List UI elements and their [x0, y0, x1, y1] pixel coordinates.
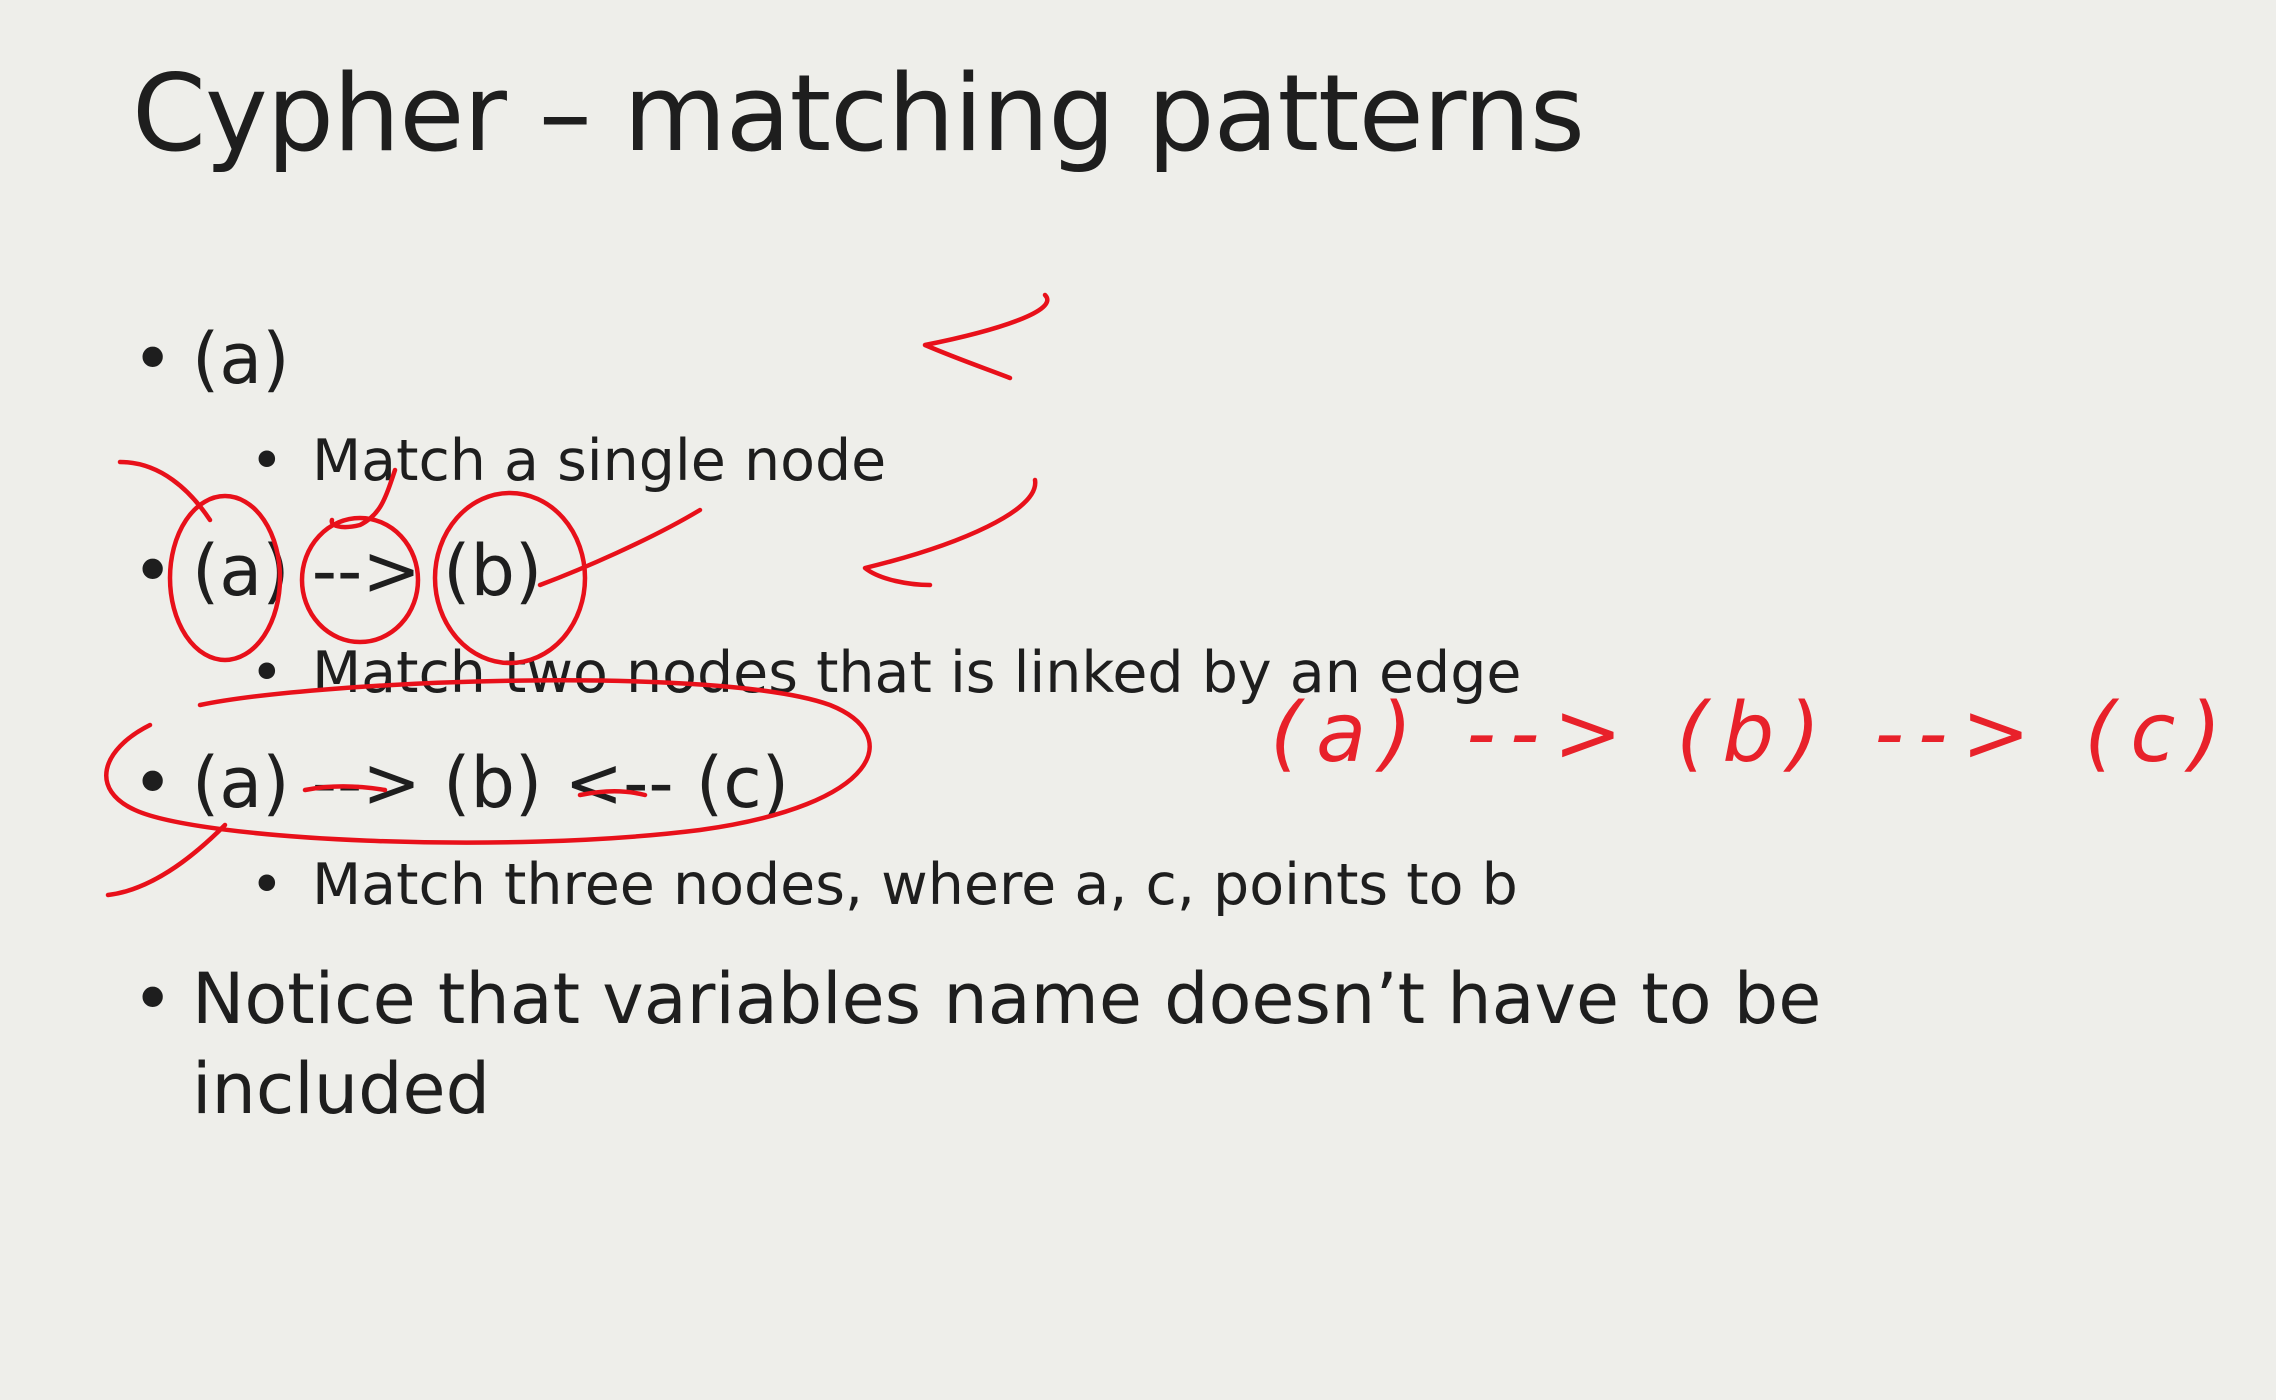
bullet-4-continuation: included [192, 1048, 491, 1130]
ink-arrow-1 [922, 292, 1050, 381]
slide: Cypher – matching patterns • (a) • Match… [0, 0, 2276, 1400]
bullet-dot: • [132, 318, 174, 400]
bullet-4-text: Notice that variables name doesn’t have … [192, 958, 1822, 1040]
bullet-1-sub-text: Match a single node [312, 428, 887, 494]
ink-strike-sub [537, 507, 703, 588]
ink-tick-left [117, 459, 213, 523]
bullet-2-text: (a) --> (b) [192, 530, 543, 612]
bullet-1-text: (a) [192, 318, 290, 400]
bullet-3-text: (a) --> (b) <-- (c) [192, 742, 790, 824]
bullet-dot: • [250, 640, 284, 706]
bullet-dot: • [132, 530, 174, 612]
bullet-dot: • [250, 428, 284, 494]
slide-title: Cypher – matching patterns [132, 52, 1585, 175]
bullet-dot: • [132, 958, 174, 1040]
bullet-dot: • [250, 852, 284, 918]
bullet-3-sub-text: Match three nodes, where a, c, points to… [312, 852, 1518, 918]
bullet-dot: • [132, 742, 174, 824]
handwritten-pattern: (a) --> (b) --> (c) [1270, 686, 2236, 781]
ink-arrow-b3 [105, 822, 228, 898]
ink-arrow-2 [862, 477, 1038, 588]
